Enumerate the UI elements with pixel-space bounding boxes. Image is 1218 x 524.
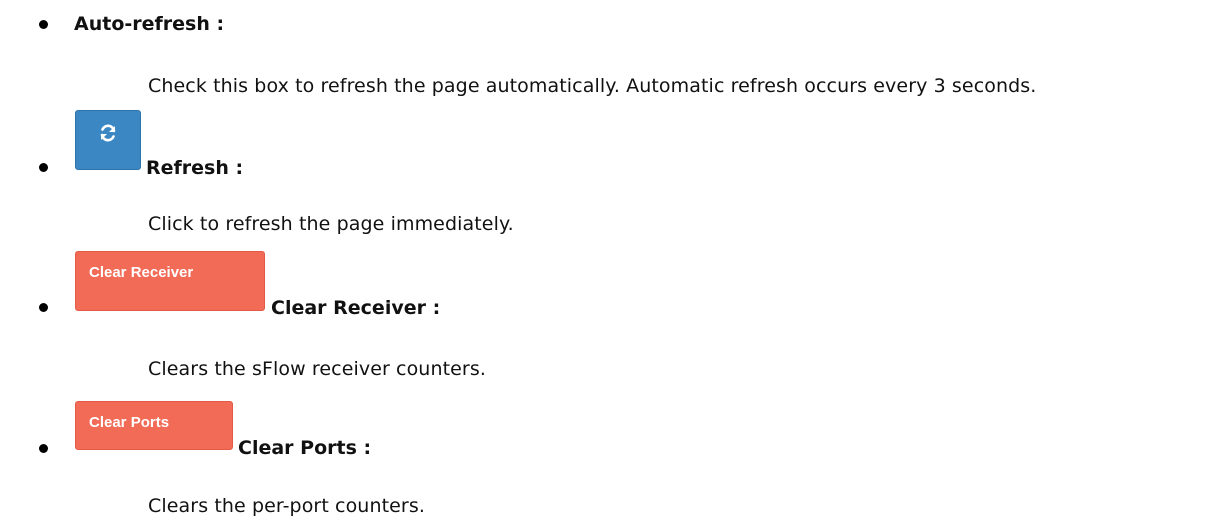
- clear-receiver-button[interactable]: Clear Receiver: [75, 251, 265, 311]
- item-term-auto-refresh: Auto-refresh :: [74, 13, 225, 35]
- bullet: [39, 163, 48, 172]
- item-term-clear-receiver: Clear Receiver :: [271, 297, 441, 319]
- bullet: [39, 303, 48, 312]
- item-description-auto-refresh: Check this box to refresh the page autom…: [148, 75, 1037, 97]
- item-description-refresh: Click to refresh the page immediately.: [148, 213, 514, 235]
- item-description-clear-receiver: Clears the sFlow receiver counters.: [148, 358, 486, 380]
- item-term-refresh: Refresh :: [146, 157, 244, 179]
- refresh-icon: [98, 123, 118, 143]
- item-description-clear-ports: Clears the per-port counters.: [148, 495, 425, 517]
- item-term-clear-ports: Clear Ports :: [238, 437, 372, 459]
- refresh-button[interactable]: [75, 110, 141, 170]
- bullet: [39, 20, 48, 29]
- clear-ports-button[interactable]: Clear Ports: [75, 401, 233, 450]
- bullet: [39, 444, 48, 453]
